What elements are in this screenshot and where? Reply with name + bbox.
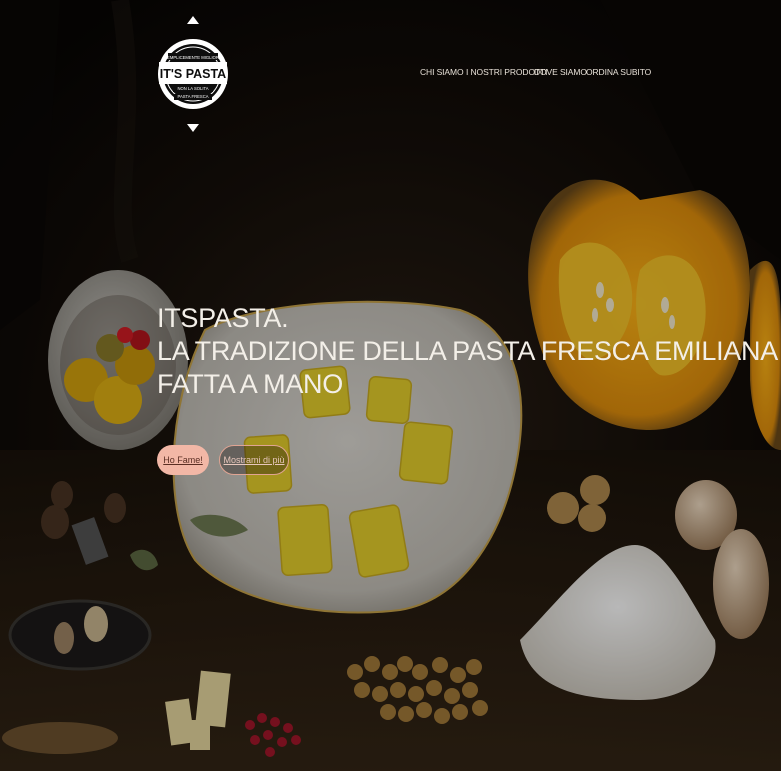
svg-text:SEMPLICEMENTE MIGLIORE: SEMPLICEMENTE MIGLIORE	[164, 55, 222, 60]
nav-ordina-subito[interactable]: ORDINA SUBITO	[586, 67, 651, 77]
hero-section: SEMPLICEMENTE MIGLIORE IT'S PASTA NON LA…	[0, 0, 781, 771]
hero-headline: ITSPASTA. LA TRADIZIONE DELLA PASTA FRES…	[157, 302, 778, 401]
ho-fame-button[interactable]: Ho Fame!	[157, 445, 209, 475]
main-nav: CHI SIAMO I NOSTRI PRODOTTI DOVE SIAMO O…	[0, 67, 781, 83]
svg-text:PASTA FRESCA: PASTA FRESCA	[177, 94, 208, 99]
svg-text:NON LA SOLITA: NON LA SOLITA	[177, 86, 208, 91]
nav-dove-siamo[interactable]: DOVE SIAMO	[534, 67, 587, 77]
nav-chi-siamo[interactable]: CHI SIAMO	[420, 67, 464, 77]
mostrami-di-piu-button[interactable]: Mostrami di più	[219, 445, 289, 475]
hero-headline-line-2: LA TRADIZIONE DELLA PASTA FRESCA EMILIAN…	[157, 336, 778, 366]
hero-headline-line-3: FATTA A MANO	[157, 369, 343, 399]
hero-headline-line-1: ITSPASTA.	[157, 303, 289, 333]
